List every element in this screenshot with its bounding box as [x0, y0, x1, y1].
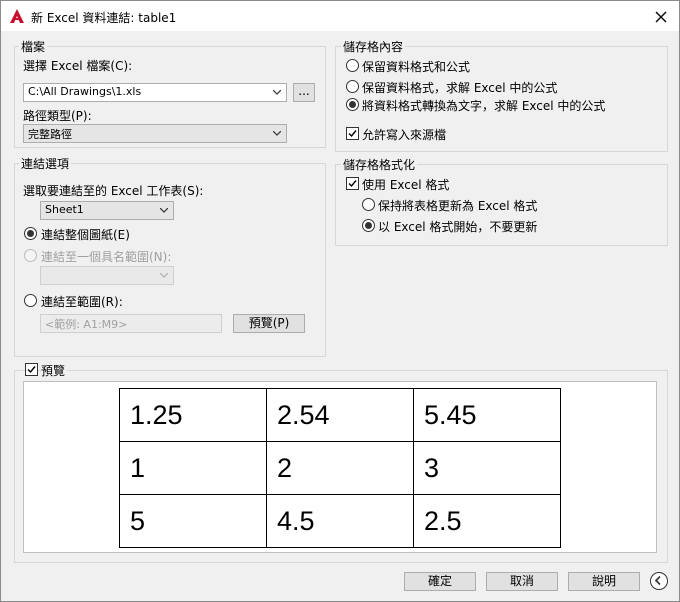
- cancel-button[interactable]: 取消: [486, 572, 558, 591]
- keep-formats-formulas-label: 保留資料格式和公式: [362, 60, 471, 74]
- table-row: 1 2 3: [119, 441, 561, 495]
- table-cell: 2: [266, 441, 414, 495]
- range-radio[interactable]: [24, 294, 37, 307]
- start-no-update-label: 以 Excel 格式開始，不要更新: [378, 220, 538, 234]
- browse-button[interactable]: ...: [293, 83, 315, 102]
- keep-formats-formulas-radio[interactable]: [346, 59, 359, 72]
- window-title: 新 Excel 資料連結: table1: [31, 11, 177, 25]
- preview-table: 1.25 2.54 5.45 1 2 3 5 4.5 2.5: [119, 388, 561, 548]
- link-options-title: 連結選項: [19, 155, 72, 172]
- ok-button[interactable]: 確定: [404, 572, 476, 591]
- convert-text-radio[interactable]: [346, 98, 359, 111]
- file-path-combo[interactable]: C:\All Drawings\1.xls: [23, 83, 287, 102]
- collapse-button[interactable]: [650, 572, 668, 590]
- sheet-combo[interactable]: Sheet1: [40, 201, 174, 220]
- preview-button[interactable]: 預覽(P): [233, 314, 305, 333]
- sheet-label: 選取要連結至的 Excel 工作表(S):: [23, 184, 204, 198]
- range-input[interactable]: <範例: A1:M9>: [40, 314, 222, 333]
- cell-content-title: 儲存格內容: [341, 38, 406, 55]
- use-excel-format-checkbox[interactable]: [346, 177, 359, 190]
- table-cell: 5: [119, 494, 267, 548]
- table-cell: 4.5: [266, 494, 414, 548]
- table-row: 1.25 2.54 5.45: [119, 388, 561, 442]
- table-cell: 1: [119, 441, 267, 495]
- preview-area: 1.25 2.54 5.45 1 2 3 5 4.5 2.5: [23, 381, 657, 553]
- help-button[interactable]: 說明: [568, 572, 640, 591]
- range-label: 連結至範圍(R):: [41, 295, 123, 309]
- table-row: 5 4.5 2.5: [119, 494, 561, 548]
- chevron-down-icon: [273, 90, 281, 95]
- start-no-update-radio[interactable]: [362, 219, 375, 232]
- named-range-radio[interactable]: [24, 249, 37, 262]
- check-icon: [348, 130, 357, 138]
- range-placeholder: <範例: A1:M9>: [45, 318, 128, 331]
- check-icon: [27, 366, 36, 374]
- table-cell: 3: [413, 441, 561, 495]
- chevron-down-icon: [273, 131, 281, 136]
- named-range-label: 連結至一個具名範圍(N):: [41, 250, 172, 264]
- cell-format-title: 儲存格格式化: [341, 156, 418, 173]
- chevron-down-icon: [160, 208, 168, 213]
- title-bar[interactable]: 新 Excel 資料連結: table1: [1, 1, 679, 31]
- allow-writes-checkbox[interactable]: [346, 127, 359, 140]
- close-icon[interactable]: [651, 7, 671, 27]
- use-excel-format-label: 使用 Excel 格式: [362, 178, 450, 192]
- file-path-value: C:\All Drawings\1.xls: [28, 85, 142, 98]
- file-group-title: 檔案: [19, 38, 48, 55]
- keep-formats-solve-label: 保留資料格式，求解 Excel 中的公式: [362, 81, 558, 95]
- entire-sheet-label: 連結整個圖紙(E): [41, 228, 130, 242]
- path-type-label: 路徑類型(P):: [23, 109, 92, 123]
- keep-updated-radio[interactable]: [362, 198, 375, 211]
- preview-checkbox[interactable]: [25, 363, 38, 376]
- allow-writes-label: 允許寫入來源檔: [362, 128, 447, 142]
- path-type-combo[interactable]: 完整路徑: [23, 124, 287, 143]
- chevron-left-icon: [654, 575, 661, 586]
- convert-text-label: 將資料格式轉換為文字，求解 Excel 中的公式: [362, 99, 606, 113]
- sheet-value: Sheet1: [45, 203, 84, 216]
- entire-sheet-radio[interactable]: [24, 227, 37, 240]
- keep-formats-solve-radio[interactable]: [346, 80, 359, 93]
- table-cell: 2.5: [413, 494, 561, 548]
- keep-updated-label: 保持將表格更新為 Excel 格式: [378, 199, 538, 213]
- table-cell: 1.25: [119, 388, 267, 442]
- check-icon: [348, 180, 357, 188]
- chevron-down-icon: [160, 273, 168, 278]
- table-cell: 2.54: [266, 388, 414, 442]
- table-cell: 5.45: [413, 388, 561, 442]
- path-type-value: 完整路徑: [28, 128, 72, 141]
- choose-file-label: 選擇 Excel 檔案(C):: [23, 59, 133, 73]
- dialog-window: 新 Excel 資料連結: table1 檔案 選擇 Excel 檔案(C): …: [0, 0, 680, 602]
- autocad-icon: [10, 9, 24, 23]
- named-range-combo[interactable]: [40, 266, 174, 285]
- preview-label: 預覽: [41, 362, 68, 379]
